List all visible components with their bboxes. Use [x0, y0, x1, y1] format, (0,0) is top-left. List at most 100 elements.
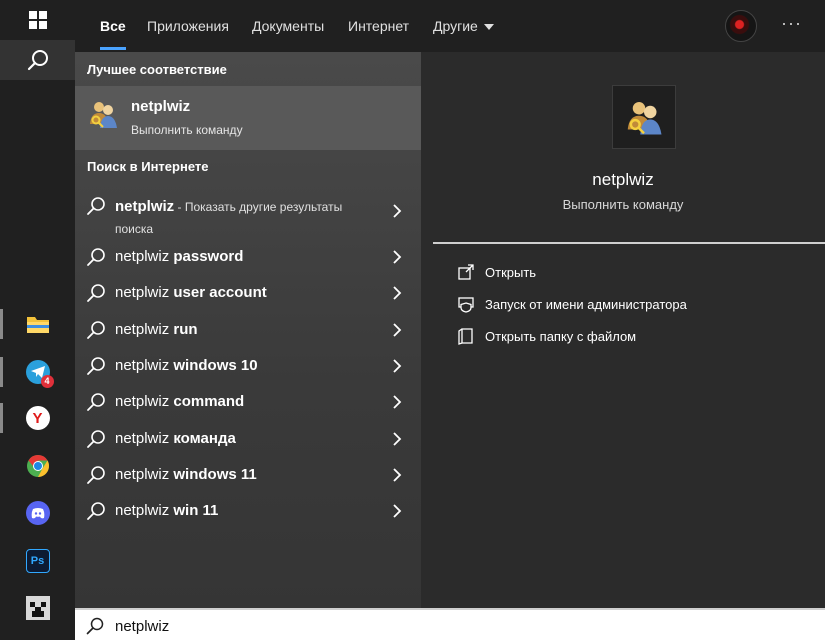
search-panel: Все Приложения Документы Интернет Другие…: [75, 0, 825, 608]
web-suggestion-row[interactable]: netplwiz password: [75, 239, 421, 275]
suggestion-prefix: netplwiz: [115, 393, 170, 411]
search-icon: [87, 393, 105, 412]
suggestion-prefix: netplwiz: [115, 465, 170, 483]
search-icon: [86, 617, 104, 635]
action-open-file-location-label: Открыть папку с файлом: [485, 329, 637, 344]
taskbar-app-file-explorer[interactable]: [0, 302, 75, 346]
suggestion-completion: command: [169, 393, 245, 411]
action-open-label: Открыть: [485, 265, 537, 280]
chevron-right-icon: [393, 322, 402, 337]
suggestion-completion: команда: [169, 429, 236, 447]
search-box[interactable]: [75, 608, 825, 640]
search-icon: [87, 357, 105, 375]
tab-more-label: Другие: [433, 18, 478, 34]
taskbar-app-minecraft[interactable]: [0, 586, 75, 630]
suggestion-completion: windows 10: [169, 356, 258, 374]
telegram-icon: 4: [25, 360, 54, 388]
taskbar-app-chrome[interactable]: [0, 444, 75, 488]
suggestion-text: netplwiz windows 10: [115, 357, 258, 374]
section-best-match: Лучшее соответствие: [87, 62, 227, 77]
divider: [433, 242, 825, 244]
suggestion-completion: windows 11: [169, 465, 257, 483]
web-result-row[interactable]: netplwiz - Показать другие результаты по…: [75, 188, 421, 238]
detail-app-icon: [612, 85, 676, 149]
running-indicator: [0, 403, 3, 433]
suggestion-text: netplwiz windows 11: [115, 466, 257, 483]
suggestion-completion: password: [169, 248, 244, 265]
taskbar-app-telegram[interactable]: 4: [0, 350, 75, 394]
suggestion-completion: run: [169, 320, 198, 338]
search-icon: [87, 465, 105, 484]
suggestion-prefix: netplwiz: [115, 502, 170, 520]
taskbar-app-photoshop[interactable]: Ps: [0, 539, 75, 583]
suggestion-completion: user account: [169, 284, 267, 302]
yandex-icon: Y: [25, 406, 50, 430]
web-suggestion-row[interactable]: netplwiz команда: [75, 421, 421, 457]
tab-more[interactable]: Другие: [433, 18, 494, 40]
search-input[interactable]: [115, 615, 795, 637]
running-indicator: [0, 357, 3, 387]
discord-icon: [25, 501, 50, 525]
start-button[interactable]: [0, 0, 75, 40]
taskbar: 4 Y Ps: [0, 0, 75, 640]
open-icon: [458, 264, 474, 280]
tab-documents[interactable]: Документы: [252, 18, 324, 40]
suggestion-prefix: netplwiz: [115, 320, 170, 338]
minecraft-icon: [25, 596, 50, 620]
web-suggestion-row[interactable]: netplwiz user account: [75, 275, 421, 311]
taskbar-app-yandex-browser[interactable]: Y: [0, 396, 75, 440]
folder-icon: [26, 317, 49, 333]
search-icon: [87, 320, 105, 339]
folder-icon: [458, 328, 473, 345]
web-suggestion-row[interactable]: netplwiz win 11: [75, 493, 421, 529]
suggestion-text: netplwiz user account: [115, 284, 267, 301]
tab-apps[interactable]: Приложения: [147, 18, 229, 40]
web-suggestion-row[interactable]: netplwiz run: [75, 312, 421, 348]
suggestion-text: netplwiz command: [115, 393, 244, 410]
suggestion-prefix: netplwiz: [115, 248, 170, 265]
chevron-right-icon: [393, 395, 402, 409]
more-options-button[interactable]: ···: [781, 13, 802, 34]
search-icon: [27, 50, 48, 71]
users-icon: [627, 102, 662, 135]
detail-pane: netplwiz Выполнить команду Открыть Запус…: [421, 52, 825, 608]
results-list: Лучшее соответствие netplwiz Выполнить к…: [75, 52, 421, 608]
search-icon: [87, 284, 105, 303]
query-text: netplwiz: [115, 198, 175, 215]
best-match-name: netplwiz: [131, 98, 191, 115]
search-icon: [87, 429, 105, 448]
chevron-right-icon: [393, 504, 402, 518]
tab-web[interactable]: Интернет: [348, 18, 409, 40]
suggestion-text: netplwiz password: [115, 248, 243, 265]
suggestion-prefix: netplwiz: [115, 284, 170, 302]
web-suggestion-row[interactable]: netplwiz command: [75, 384, 421, 420]
suggestion-prefix: netplwiz: [115, 356, 170, 374]
best-match-item[interactable]: netplwiz Выполнить команду: [75, 86, 421, 150]
windows-logo-icon: [28, 11, 47, 29]
running-indicator: [0, 309, 3, 339]
taskbar-app-discord[interactable]: [0, 491, 75, 535]
search-icon: [87, 197, 105, 215]
search-icon: [87, 248, 105, 266]
chevron-right-icon: [393, 359, 402, 373]
detail-subtitle: Выполнить команду: [562, 197, 684, 212]
action-run-as-admin-label: Запуск от имени администратора: [485, 297, 687, 312]
suggestion-text: netplwiz run: [115, 321, 198, 338]
chrome-icon: [26, 455, 49, 477]
web-suggestion-row[interactable]: netplwiz windows 11: [75, 457, 421, 493]
tab-all[interactable]: Все: [100, 18, 126, 50]
users-icon: [90, 102, 117, 128]
photoshop-icon: Ps: [25, 549, 50, 573]
web-suggestion-row[interactable]: netplwiz windows 10: [75, 348, 421, 384]
user-avatar[interactable]: [725, 10, 757, 42]
detail-title: netplwiz: [592, 170, 654, 189]
suggestion-prefix: netplwiz: [115, 429, 170, 447]
admin-shield-icon: [458, 297, 474, 313]
web-result-text: netplwiz - Показать другие результаты по…: [115, 196, 375, 240]
best-match-subtitle: Выполнить команду: [131, 123, 243, 137]
section-web-search: Поиск в Интернете: [87, 159, 209, 174]
suggestion-completion: win 11: [169, 502, 219, 520]
caret-down-icon: [483, 24, 494, 31]
taskbar-search-button[interactable]: [0, 40, 75, 80]
suggestion-text: netplwiz win 11: [115, 502, 218, 519]
